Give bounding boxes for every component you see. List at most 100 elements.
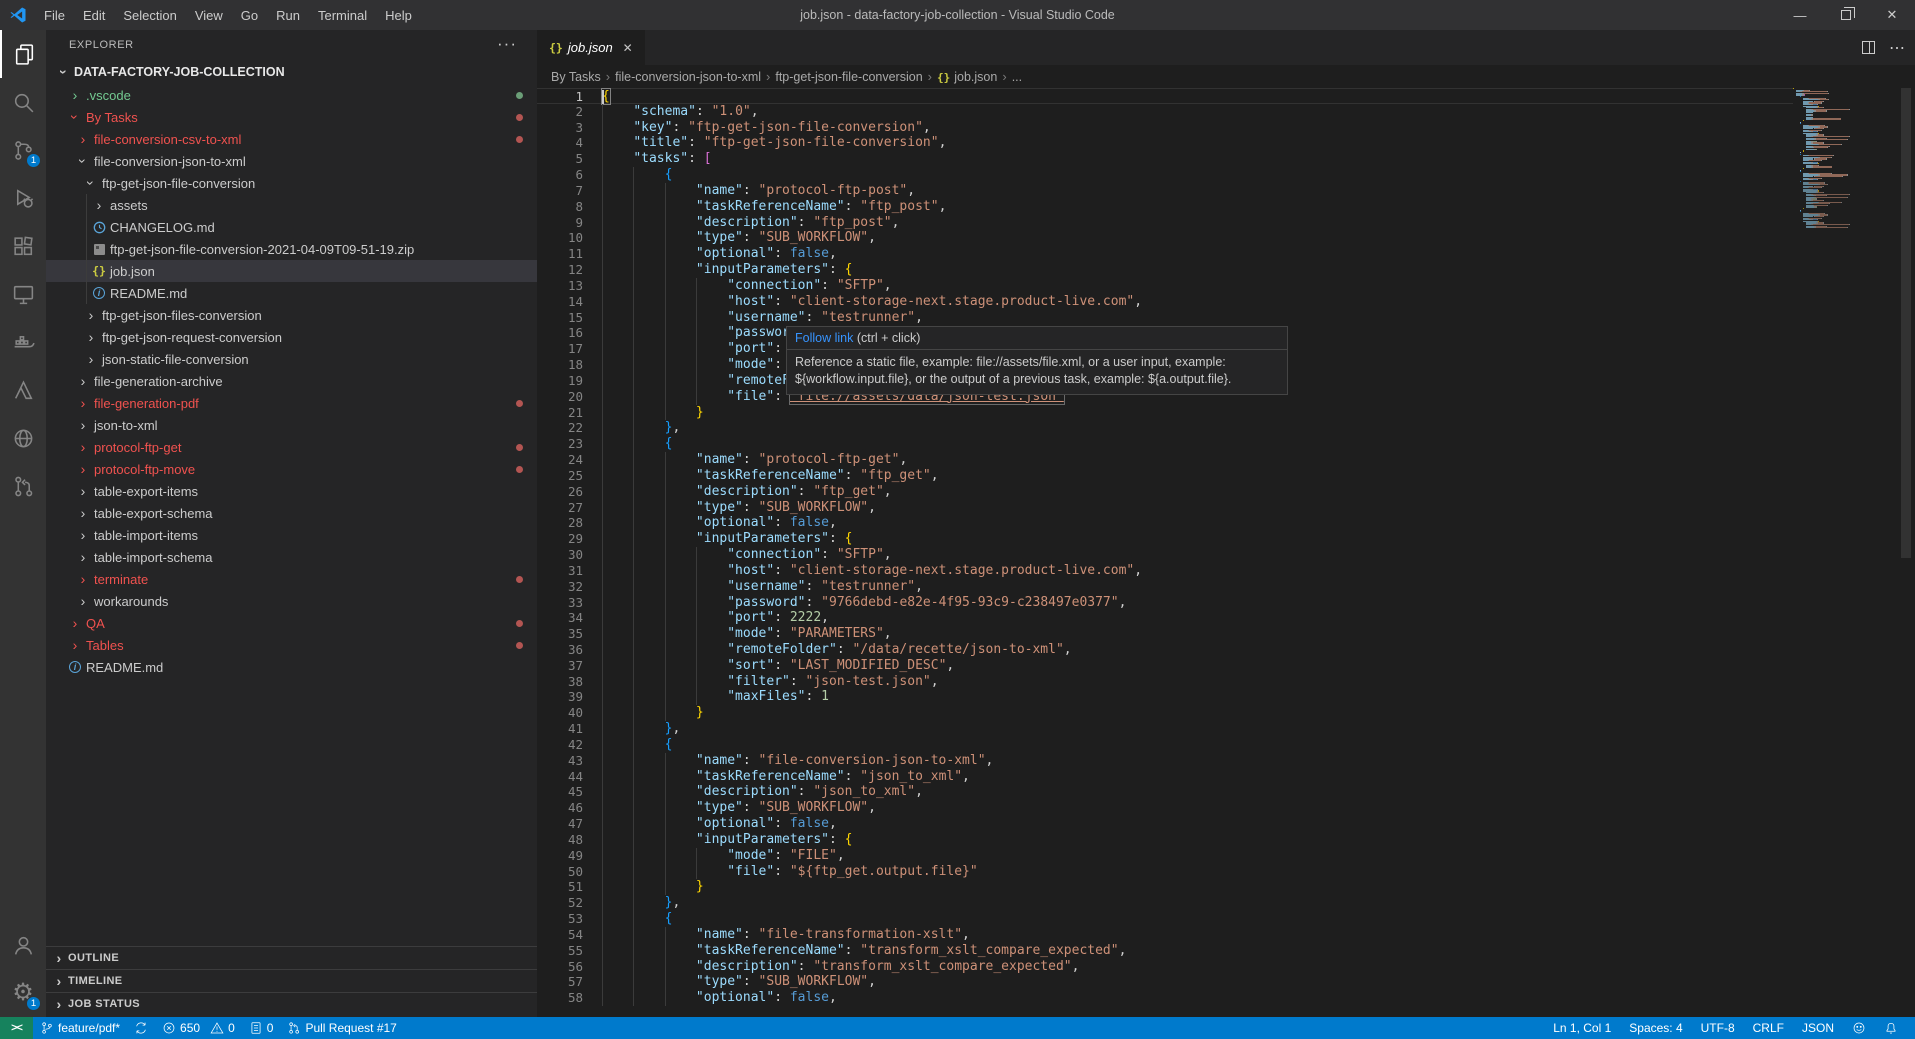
code-line-52[interactable]: 52 }, bbox=[537, 895, 1793, 911]
tree-item-file-generation-pdf[interactable]: ›file-generation-pdf bbox=[46, 392, 537, 414]
code-line-14[interactable]: 14 "host": "client-storage-next.stage.pr… bbox=[537, 294, 1793, 310]
menu-help[interactable]: Help bbox=[376, 0, 421, 30]
code-line-24[interactable]: 24 "name": "protocol-ftp-get", bbox=[537, 452, 1793, 468]
breadcrumb-item[interactable]: ftp-get-json-file-conversion bbox=[775, 70, 922, 84]
code-line-50[interactable]: 50 "file": "${ftp_get.output.file}" bbox=[537, 864, 1793, 880]
tree-item-ftp-get-json-request-conversion[interactable]: ›ftp-get-json-request-conversion bbox=[46, 326, 537, 348]
remote-indicator[interactable]: >< bbox=[0, 1017, 33, 1039]
extensions-icon[interactable] bbox=[0, 222, 46, 270]
close-icon[interactable]: ✕ bbox=[1869, 0, 1915, 30]
explorer-more-actions-icon[interactable]: ··· bbox=[497, 34, 517, 54]
tree-item-ftp-get-json-file-conversion-2021-04-09t09-51-19-zip[interactable]: ftp-get-json-file-conversion-2021-04-09T… bbox=[46, 238, 537, 260]
tree-item-terminate[interactable]: ›terminate bbox=[46, 568, 537, 590]
code-line-56[interactable]: 56 "description": "transform_xslt_compar… bbox=[537, 959, 1793, 975]
tree-item-readme-md[interactable]: iREADME.md bbox=[46, 282, 537, 304]
manage-icon[interactable]: ⚙1 bbox=[0, 969, 46, 1017]
status-notifications[interactable] bbox=[1875, 1017, 1907, 1039]
breadcrumb-item[interactable]: {}job.json bbox=[937, 70, 997, 84]
code-line-47[interactable]: 47 "optional": false, bbox=[537, 816, 1793, 832]
code-line-40[interactable]: 40 } bbox=[537, 705, 1793, 721]
status-indentation[interactable]: Spaces: 4 bbox=[1620, 1017, 1691, 1039]
code-editor[interactable]: 1{2 "schema": "1.0",3 "key": "ftp-get-js… bbox=[537, 88, 1915, 1017]
tree-item-workarounds[interactable]: ›workarounds bbox=[46, 590, 537, 612]
tree-item-table-import-schema[interactable]: ›table-import-schema bbox=[46, 546, 537, 568]
breadcrumb-item[interactable]: ... bbox=[1012, 70, 1022, 84]
tree-item-table-import-items[interactable]: ›table-import-items bbox=[46, 524, 537, 546]
tree-item-by-tasks[interactable]: ›By Tasks bbox=[46, 106, 537, 128]
code-line-28[interactable]: 28 "optional": false, bbox=[537, 515, 1793, 531]
code-line-3[interactable]: 3 "key": "ftp-get-json-file-conversion", bbox=[537, 120, 1793, 136]
code-line-11[interactable]: 11 "optional": false, bbox=[537, 246, 1793, 262]
menu-run[interactable]: Run bbox=[267, 0, 309, 30]
tree-item-readme-md[interactable]: iREADME.md bbox=[46, 656, 537, 678]
code-line-53[interactable]: 53 { bbox=[537, 911, 1793, 927]
tree-item-json-static-file-conversion[interactable]: ›json-static-file-conversion bbox=[46, 348, 537, 370]
tab-close-icon[interactable]: ✕ bbox=[621, 39, 635, 57]
code-line-10[interactable]: 10 "type": "SUB_WORKFLOW", bbox=[537, 230, 1793, 246]
search-icon[interactable] bbox=[0, 78, 46, 126]
code-line-43[interactable]: 43 "name": "file-conversion-json-to-xml"… bbox=[537, 753, 1793, 769]
tree-item--vscode[interactable]: ›.vscode bbox=[46, 84, 537, 106]
tree-item-file-generation-archive[interactable]: ›file-generation-archive bbox=[46, 370, 537, 392]
source-control-icon[interactable]: 1 bbox=[0, 126, 46, 174]
code-line-38[interactable]: 38 "filter": "json-test.json", bbox=[537, 674, 1793, 690]
code-line-46[interactable]: 46 "type": "SUB_WORKFLOW", bbox=[537, 800, 1793, 816]
code-line-8[interactable]: 8 "taskReferenceName": "ftp_post", bbox=[537, 199, 1793, 215]
tree-item-file-conversion-csv-to-xml[interactable]: ›file-conversion-csv-to-xml bbox=[46, 128, 537, 150]
status-pull-request[interactable]: Pull Request #17 bbox=[280, 1017, 403, 1039]
tree-item-qa[interactable]: ›QA bbox=[46, 612, 537, 634]
minimize-icon[interactable]: — bbox=[1777, 0, 1823, 30]
restore-icon[interactable] bbox=[1823, 0, 1869, 30]
code-line-58[interactable]: 58 "optional": false, bbox=[537, 990, 1793, 1006]
code-line-23[interactable]: 23 { bbox=[537, 436, 1793, 452]
code-line-37[interactable]: 37 "sort": "LAST_MODIFIED_DESC", bbox=[537, 658, 1793, 674]
code-line-54[interactable]: 54 "name": "file-transformation-xslt", bbox=[537, 927, 1793, 943]
code-line-32[interactable]: 32 "username": "testrunner", bbox=[537, 579, 1793, 595]
status-language-mode[interactable]: JSON bbox=[1793, 1017, 1843, 1039]
code-line-29[interactable]: 29 "inputParameters": { bbox=[537, 531, 1793, 547]
menu-go[interactable]: Go bbox=[232, 0, 267, 30]
status-sync[interactable] bbox=[127, 1017, 155, 1039]
menu-file[interactable]: File bbox=[35, 0, 74, 30]
explorer-icon[interactable] bbox=[0, 30, 46, 78]
code-line-21[interactable]: 21 } bbox=[537, 405, 1793, 421]
code-line-39[interactable]: 39 "maxFiles": 1 bbox=[537, 689, 1793, 705]
code-line-1[interactable]: 1{ bbox=[537, 88, 1793, 104]
code-line-42[interactable]: 42 { bbox=[537, 737, 1793, 753]
code-line-51[interactable]: 51 } bbox=[537, 879, 1793, 895]
tree-item-ftp-get-json-files-conversion[interactable]: ›ftp-get-json-files-conversion bbox=[46, 304, 537, 326]
tree-item-assets[interactable]: ›assets bbox=[46, 194, 537, 216]
tree-item-job-json[interactable]: {}job.json bbox=[46, 260, 537, 282]
code-line-34[interactable]: 34 "port": 2222, bbox=[537, 610, 1793, 626]
code-line-25[interactable]: 25 "taskReferenceName": "ftp_get", bbox=[537, 468, 1793, 484]
code-line-22[interactable]: 22 }, bbox=[537, 420, 1793, 436]
workspace-root-folder[interactable]: › DATA-FACTORY-JOB-COLLECTION bbox=[46, 60, 537, 84]
breadcrumb-item[interactable]: file-conversion-json-to-xml bbox=[615, 70, 761, 84]
status-problems[interactable]: 6500 bbox=[155, 1017, 242, 1039]
tree-item-tables[interactable]: ›Tables bbox=[46, 634, 537, 656]
code-line-13[interactable]: 13 "connection": "SFTP", bbox=[537, 278, 1793, 294]
section-outline[interactable]: ›OUTLINE bbox=[46, 946, 537, 969]
menu-selection[interactable]: Selection bbox=[114, 0, 185, 30]
code-line-15[interactable]: 15 "username": "testrunner", bbox=[537, 310, 1793, 326]
code-line-31[interactable]: 31 "host": "client-storage-next.stage.pr… bbox=[537, 563, 1793, 579]
code-line-45[interactable]: 45 "description": "json_to_xml", bbox=[537, 784, 1793, 800]
follow-link[interactable]: Follow link bbox=[795, 331, 853, 345]
section-timeline[interactable]: ›TIMELINE bbox=[46, 969, 537, 992]
code-line-2[interactable]: 2 "schema": "1.0", bbox=[537, 104, 1793, 120]
split-editor-icon[interactable] bbox=[1862, 41, 1875, 54]
tree-item-table-export-schema[interactable]: ›table-export-schema bbox=[46, 502, 537, 524]
tree-item-ftp-get-json-file-conversion[interactable]: ›ftp-get-json-file-conversion bbox=[46, 172, 537, 194]
menu-view[interactable]: View bbox=[186, 0, 232, 30]
github-pull-requests-icon[interactable] bbox=[0, 462, 46, 510]
breadcrumb-item[interactable]: By Tasks bbox=[551, 70, 601, 84]
run-debug-icon[interactable] bbox=[0, 174, 46, 222]
tree-item-protocol-ftp-get[interactable]: ›protocol-ftp-get bbox=[46, 436, 537, 458]
code-line-49[interactable]: 49 "mode": "FILE", bbox=[537, 848, 1793, 864]
status-feedback[interactable] bbox=[1843, 1017, 1875, 1039]
code-line-30[interactable]: 30 "connection": "SFTP", bbox=[537, 547, 1793, 563]
code-line-36[interactable]: 36 "remoteFolder": "/data/recette/json-t… bbox=[537, 642, 1793, 658]
code-line-6[interactable]: 6 { bbox=[537, 167, 1793, 183]
section-job-status[interactable]: ›JOB STATUS bbox=[46, 992, 537, 1015]
tree-item-json-to-xml[interactable]: ›json-to-xml bbox=[46, 414, 537, 436]
